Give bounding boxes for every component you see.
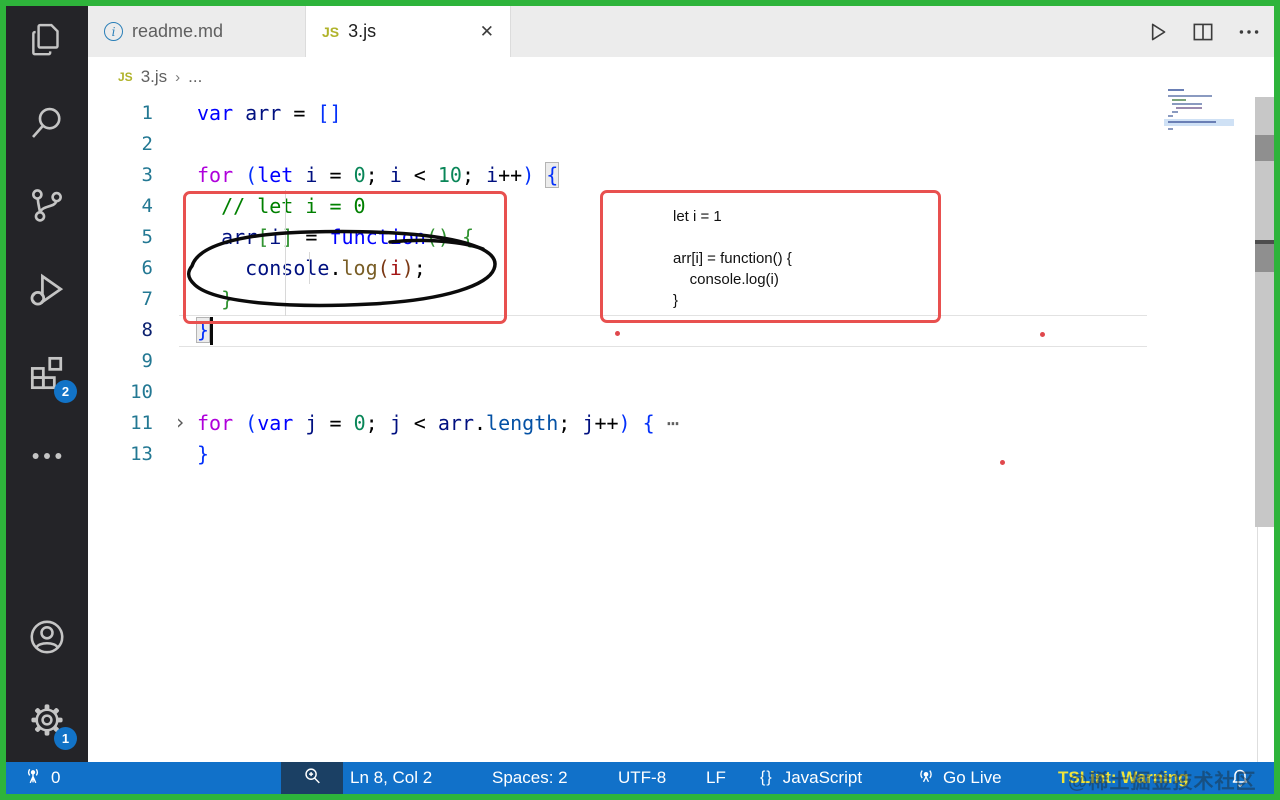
fold-chevron-icon[interactable]: › (174, 408, 186, 437)
status-encoding[interactable]: UTF-8 (618, 762, 666, 794)
braces-icon: {} (760, 769, 773, 786)
status-bar: 0 Ln 8, Col 2 Spaces: 2 UTF-8 LF {} Java… (6, 762, 1274, 794)
sidebar-item-account[interactable] (19, 609, 75, 665)
scrollbar-thumb[interactable] (1255, 135, 1274, 161)
line-number: 9 (141, 350, 153, 372)
editor-actions (1142, 6, 1264, 57)
code-editor[interactable]: 1 var arr = [] 2 3 for (let i = 0; i < 10; i… (88, 97, 1274, 762)
git-branch-icon (26, 184, 68, 226)
line-number: 5 (141, 226, 153, 248)
status-eol[interactable]: LF (706, 762, 726, 794)
line-number: 3 (141, 164, 153, 186)
status-indentation[interactable]: Spaces: 2 (492, 762, 568, 794)
code-line-1[interactable]: 1 var arr = [] (88, 98, 1188, 129)
broadcast-icon (916, 766, 936, 791)
remote-count: 0 (51, 768, 61, 787)
js-icon: JS (322, 23, 340, 40)
screenshot-frame: 2 1 i readme.md JS 3.js ✕ JS 3.js › ... … (0, 0, 1280, 800)
scrollbar-track[interactable] (1255, 97, 1274, 527)
sidebar-item-source-control[interactable] (19, 177, 75, 233)
search-icon (26, 102, 68, 144)
line-number: 2 (141, 133, 153, 155)
tab-label: 3.js (348, 21, 377, 41)
line-number: 13 (130, 443, 153, 465)
extensions-badge: 2 (54, 380, 77, 403)
sidebar-item-extensions[interactable]: 2 (19, 345, 77, 403)
code-line-2[interactable]: 2 (88, 129, 1188, 160)
info-icon: i (104, 22, 123, 41)
sidebar-item-search[interactable] (19, 95, 75, 151)
debug-icon (25, 268, 69, 312)
code-line-3[interactable]: 3 for (let i = 0; i < 10; i++) { (88, 160, 1188, 191)
hand-drawn-circle (186, 229, 497, 308)
line-number: 4 (141, 195, 153, 217)
line-number: 10 (130, 381, 153, 403)
chevron-right-icon: › (175, 68, 181, 86)
breadcrumb[interactable]: JS 3.js › ... (88, 57, 1274, 97)
tab-label: readme.md (132, 21, 224, 41)
scrollbar-thumb-2[interactable] (1255, 244, 1274, 272)
vscode-window: 2 1 i readme.md JS 3.js ✕ JS 3.js › ... … (6, 6, 1274, 794)
line-number: 7 (141, 288, 153, 310)
breadcrumb-file[interactable]: 3.js (141, 67, 167, 87)
line-number: 6 (141, 257, 153, 279)
status-line-col[interactable]: Ln 8, Col 2 (350, 762, 432, 794)
code-line-10[interactable]: 10 (88, 377, 1188, 408)
red-dot (1040, 332, 1045, 337)
sidebar-item-run-debug[interactable] (19, 262, 75, 318)
zoom-icon (301, 765, 323, 792)
broadcast-tower-icon (22, 765, 44, 792)
settings-badge: 1 (54, 727, 77, 750)
go-live-button[interactable]: Go Live (916, 762, 1002, 794)
code-line-11[interactable]: 11 › for (var j = 0; j < arr.length; j++) … (88, 408, 1188, 439)
sidebar-item-more[interactable] (19, 428, 75, 484)
language-label: JavaScript (782, 768, 863, 787)
activity-bar: 2 1 (6, 6, 88, 762)
ellipsis-icon (26, 435, 68, 477)
editor-right-edge (1257, 527, 1258, 762)
files-icon (26, 19, 68, 61)
red-dot (1000, 460, 1005, 465)
line-number: 11 (130, 412, 153, 434)
annotation-note: let i = 1 arr[i] = function() { console.l… (673, 208, 792, 309)
screencast-zoom-button[interactable] (281, 762, 343, 794)
breadcrumb-more[interactable]: ... (188, 67, 202, 87)
go-live-label: Go Live (943, 768, 1002, 787)
tslint-warning[interactable]: TSLint: Warning (1058, 762, 1189, 794)
line-number: 8 (141, 319, 153, 341)
line-number: 1 (141, 102, 153, 124)
annotation-box-right: let i = 1 arr[i] = function() { console.l… (600, 190, 941, 323)
status-language[interactable]: {} JavaScript (760, 762, 862, 794)
account-icon (25, 615, 69, 659)
run-icon[interactable] (1142, 17, 1172, 47)
close-icon[interactable]: ✕ (480, 22, 494, 42)
sidebar-item-explorer[interactable] (19, 12, 75, 68)
notifications-bell-icon[interactable] (1228, 762, 1252, 794)
code-line-13[interactable]: 13} (88, 439, 1188, 470)
tab-readme[interactable]: i readme.md (88, 6, 306, 57)
remote-indicator[interactable]: 0 (22, 762, 60, 794)
red-dot (615, 331, 620, 336)
js-icon: JS (118, 70, 133, 84)
tab-3js[interactable]: JS 3.js ✕ (306, 6, 511, 57)
more-actions-icon[interactable] (1234, 17, 1264, 47)
split-editor-icon[interactable] (1188, 17, 1218, 47)
code-line-9[interactable]: 9 (88, 346, 1188, 377)
tab-bar: i readme.md JS 3.js ✕ (88, 6, 1274, 57)
sidebar-item-settings[interactable]: 1 (19, 692, 77, 750)
